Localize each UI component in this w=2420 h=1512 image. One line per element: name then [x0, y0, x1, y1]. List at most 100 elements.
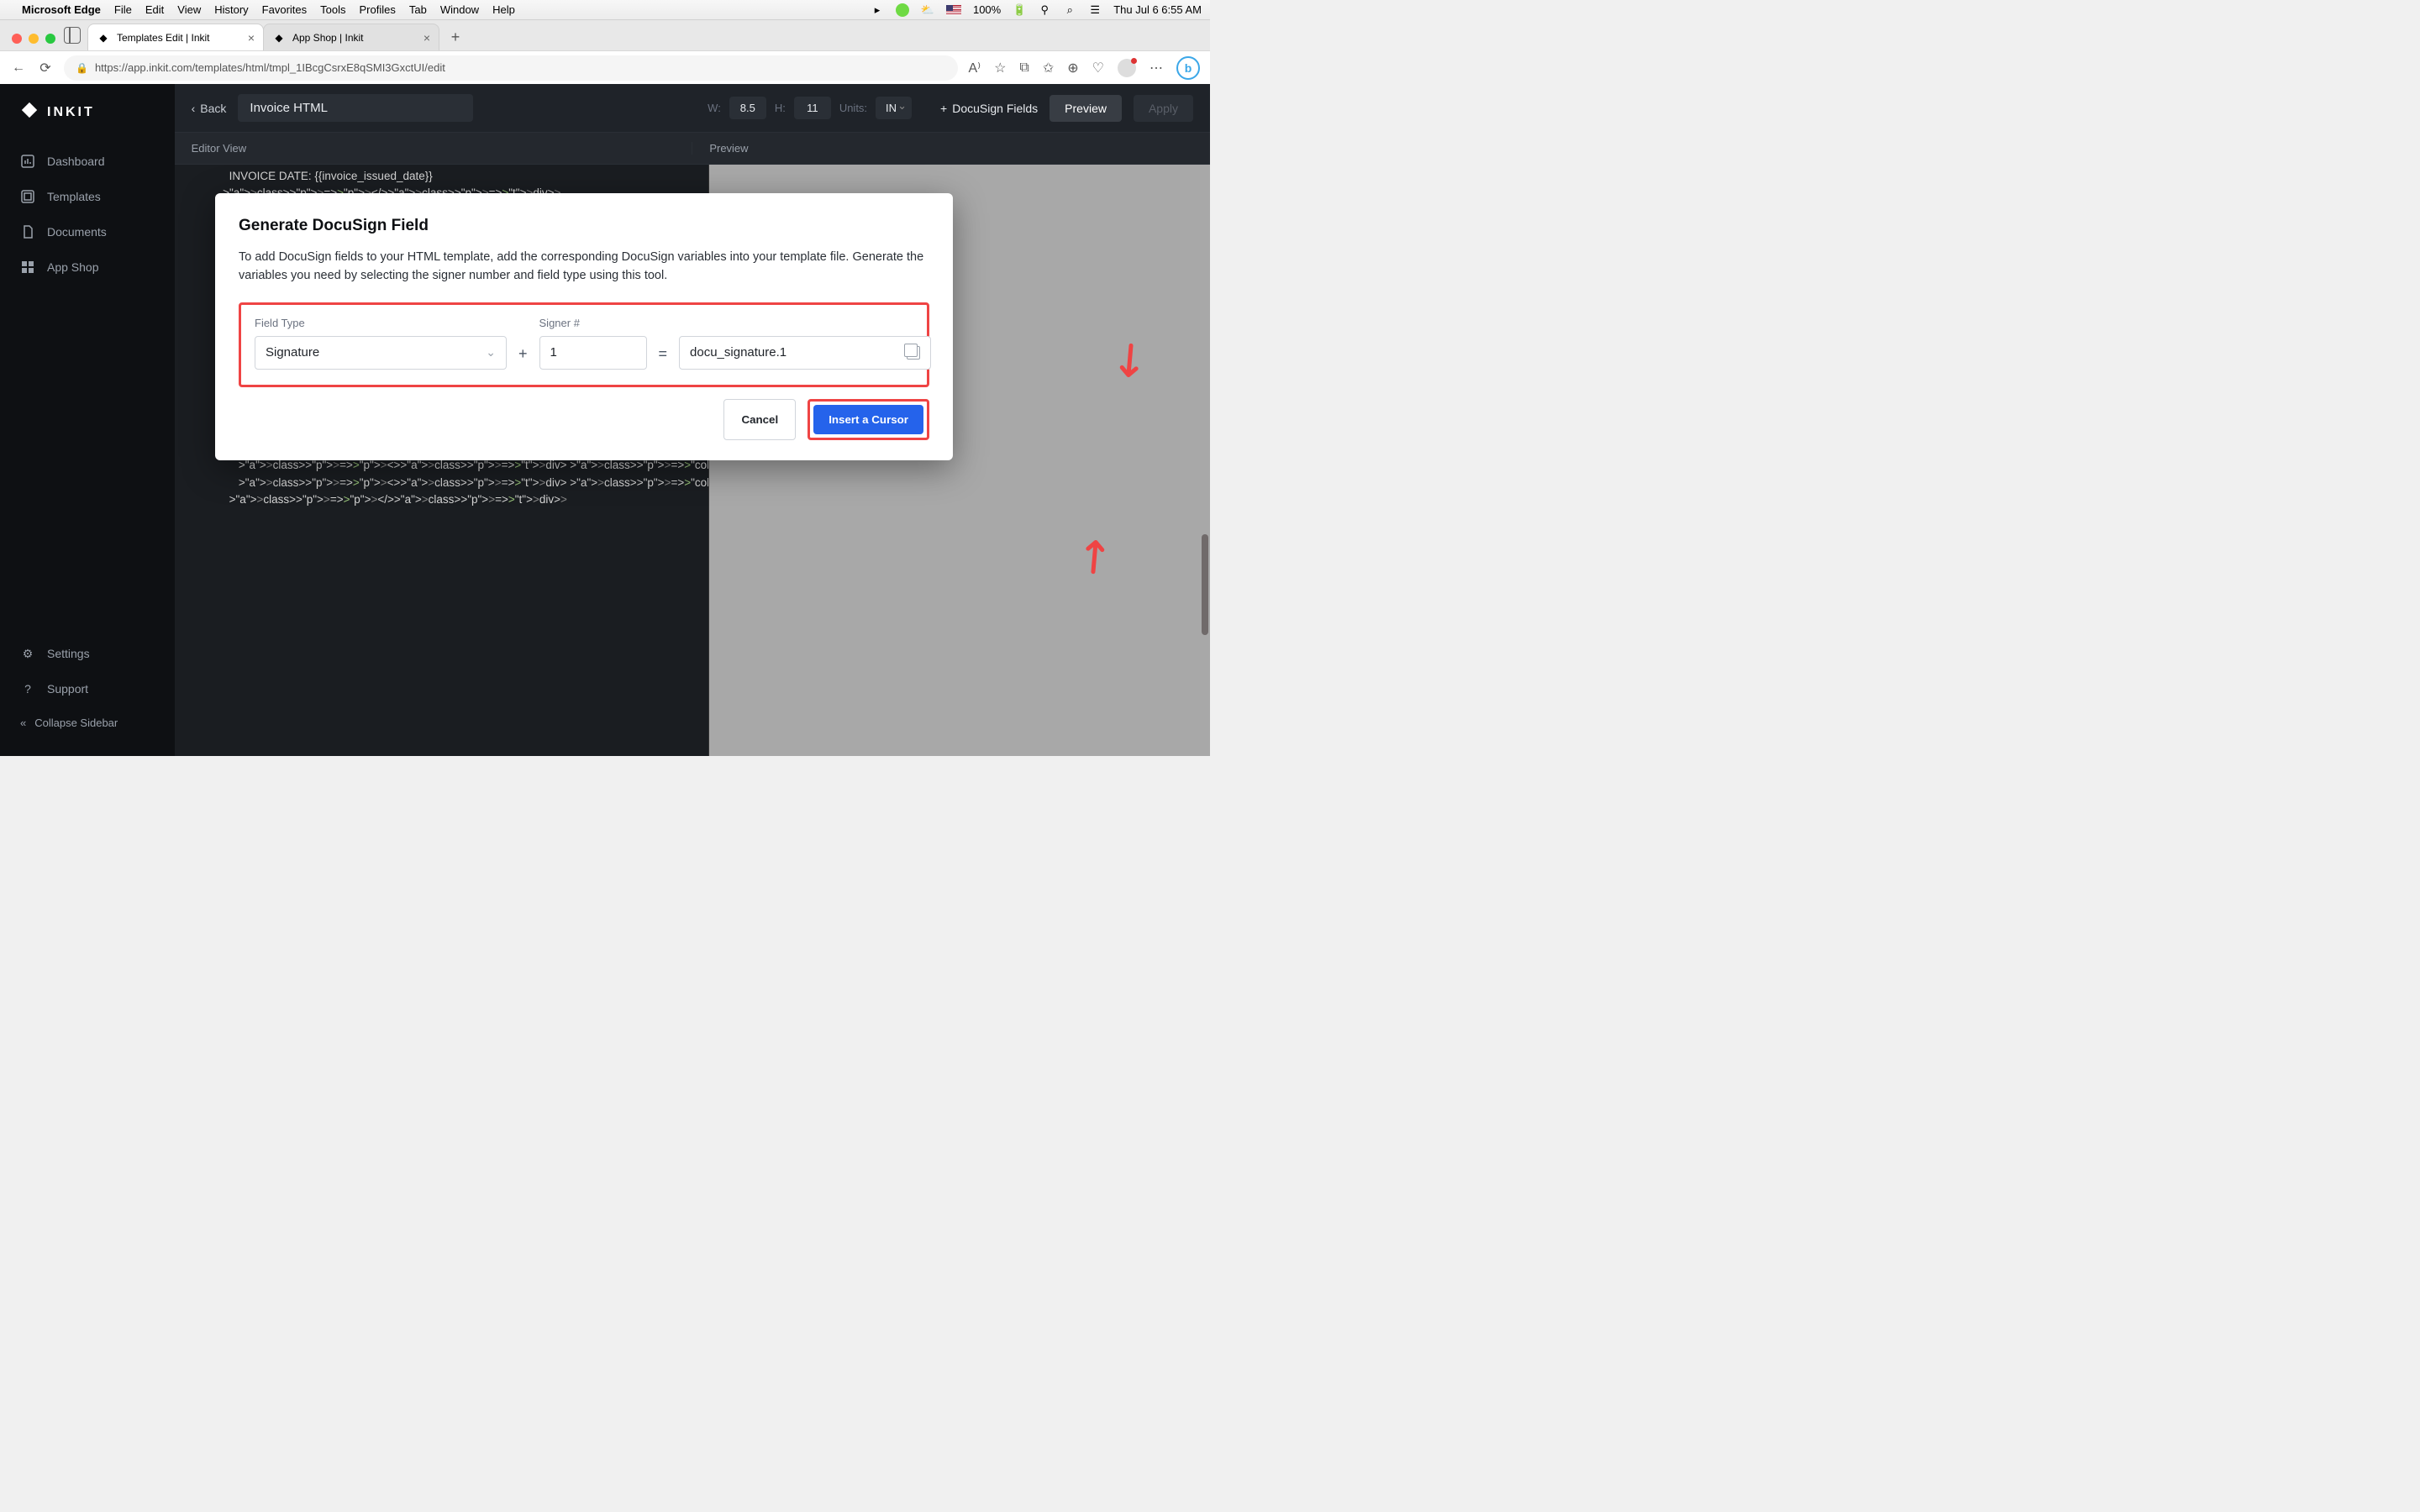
chevron-left-icon: «: [20, 717, 26, 729]
cancel-button[interactable]: Cancel: [723, 399, 796, 440]
docusign-fields-button[interactable]: + DocuSign Fields: [940, 102, 1038, 115]
close-tab-icon[interactable]: ×: [248, 31, 255, 45]
mac-menubar: Microsoft Edge File Edit View History Fa…: [0, 0, 1210, 20]
menu-file[interactable]: File: [114, 3, 132, 16]
clock[interactable]: Thu Jul 6 6:55 AM: [1113, 3, 1202, 16]
window-controls[interactable]: [12, 34, 55, 44]
logo[interactable]: INKIT: [0, 101, 175, 144]
wifi-icon[interactable]: ⚲: [1038, 3, 1051, 17]
signer-label: Signer #: [539, 317, 647, 329]
address-bar[interactable]: 🔒 https://app.inkit.com/templates/html/t…: [64, 55, 958, 81]
back-label: Back: [200, 102, 226, 115]
template-icon: [20, 189, 35, 204]
bing-icon[interactable]: b: [1176, 56, 1200, 80]
height-input[interactable]: 11: [794, 97, 831, 119]
sidebar-item-label: Dashboard: [47, 155, 105, 168]
more-icon[interactable]: ⋯: [1150, 60, 1163, 76]
performance-icon[interactable]: ♡: [1092, 60, 1104, 76]
sidebar-item-settings[interactable]: ⚙ Settings: [0, 636, 175, 671]
editor-view-label: Editor View: [175, 142, 692, 155]
tray-icon-1[interactable]: ▸: [871, 3, 884, 17]
preview-button[interactable]: Preview: [1050, 95, 1122, 122]
sidebar-item-label: Templates: [47, 190, 101, 203]
field-type-select[interactable]: Signature: [255, 336, 507, 370]
sidebar-item-templates[interactable]: Templates: [0, 179, 175, 214]
close-window-icon[interactable]: [12, 34, 22, 44]
tray-icon-cloud[interactable]: ⛅: [921, 3, 934, 17]
apply-button[interactable]: Apply: [1134, 95, 1193, 122]
insert-cursor-button[interactable]: Insert a Cursor: [813, 405, 923, 434]
menu-profiles[interactable]: Profiles: [360, 3, 396, 16]
collapse-label: Collapse Sidebar: [34, 717, 118, 729]
menu-favorites[interactable]: Favorites: [262, 3, 307, 16]
favorite-icon[interactable]: ☆: [994, 60, 1006, 76]
document-icon: [20, 224, 35, 239]
menu-help[interactable]: Help: [492, 3, 515, 16]
read-aloud-icon[interactable]: A⁾: [968, 60, 981, 76]
menu-history[interactable]: History: [214, 3, 248, 16]
battery-label: 100%: [973, 3, 1001, 16]
tab-actions-icon[interactable]: [64, 27, 81, 44]
collections-icon[interactable]: ⊕: [1067, 60, 1078, 76]
sidebar-item-dashboard[interactable]: Dashboard: [0, 144, 175, 179]
copy-icon[interactable]: [907, 346, 920, 360]
equals-operator: =: [659, 345, 668, 370]
app-name[interactable]: Microsoft Edge: [22, 3, 101, 16]
tab-title: App Shop | Inkit: [292, 32, 364, 44]
chart-icon: [20, 154, 35, 169]
minimize-window-icon[interactable]: [29, 34, 39, 44]
help-icon: ?: [20, 681, 35, 696]
maximize-window-icon[interactable]: [45, 34, 55, 44]
new-tab-button[interactable]: +: [444, 25, 467, 49]
units-select[interactable]: IN: [876, 97, 912, 119]
annotation-highlight: Field Type Signature + Signer # 1 = docu…: [239, 302, 929, 387]
favorites-bar-icon[interactable]: ✩: [1043, 60, 1054, 76]
menu-edit[interactable]: Edit: [145, 3, 164, 16]
tab-active[interactable]: ◆ Templates Edit | Inkit ×: [87, 24, 264, 50]
docusign-modal: Generate DocuSign Field To add DocuSign …: [215, 193, 953, 460]
search-icon[interactable]: ⌕: [1063, 3, 1076, 17]
result-output[interactable]: docu_signature.1: [679, 336, 931, 370]
flag-icon[interactable]: [946, 5, 961, 15]
sidebar: INKIT Dashboard Templates Documents App …: [0, 84, 175, 756]
plus-icon: +: [940, 102, 947, 115]
close-tab-icon[interactable]: ×: [424, 31, 430, 45]
field-type-value: Signature: [266, 345, 319, 360]
width-label: W:: [708, 102, 721, 114]
tray-icon-upwork[interactable]: [896, 3, 909, 17]
tab-title: Templates Edit | Inkit: [117, 32, 210, 44]
refresh-button[interactable]: ⟳: [37, 60, 54, 76]
tab-inactive[interactable]: ◆ App Shop | Inkit ×: [263, 24, 439, 50]
menu-view[interactable]: View: [177, 3, 201, 16]
sidebar-item-appshop[interactable]: App Shop: [0, 249, 175, 285]
docusign-label: DocuSign Fields: [952, 102, 1038, 115]
back-button[interactable]: ‹ Back: [192, 102, 227, 115]
profile-avatar[interactable]: [1118, 59, 1136, 77]
width-input[interactable]: 8.5: [729, 97, 766, 119]
menu-tools[interactable]: Tools: [320, 3, 345, 16]
menu-tab[interactable]: Tab: [409, 3, 427, 16]
annotation-highlight-button: Insert a Cursor: [808, 399, 929, 440]
modal-description: To add DocuSign fields to your HTML temp…: [239, 249, 929, 286]
collapse-sidebar-button[interactable]: « Collapse Sidebar: [0, 706, 175, 739]
battery-icon[interactable]: 🔋: [1013, 3, 1026, 17]
menu-window[interactable]: Window: [440, 3, 479, 16]
back-button[interactable]: ←: [10, 60, 27, 76]
sidebar-item-label: App Shop: [47, 260, 99, 274]
sidebar-item-label: Support: [47, 682, 88, 696]
scrollbar[interactable]: [1202, 534, 1208, 635]
signer-input[interactable]: 1: [539, 336, 647, 370]
lock-icon: 🔒: [76, 62, 88, 74]
template-title-input[interactable]: Invoice HTML: [238, 94, 473, 122]
favicon-icon: ◆: [97, 31, 110, 45]
url-text: https://app.inkit.com/templates/html/tmp…: [95, 61, 445, 74]
sidebar-item-documents[interactable]: Documents: [0, 214, 175, 249]
sidebar-item-support[interactable]: ? Support: [0, 671, 175, 706]
gear-icon: ⚙: [20, 646, 35, 661]
split-icon[interactable]: ⧉: [1019, 60, 1028, 76]
control-center-icon[interactable]: ☰: [1088, 3, 1102, 17]
favicon-icon: ◆: [272, 31, 286, 45]
modal-title: Generate DocuSign Field: [239, 217, 929, 235]
result-spacer: [679, 317, 931, 329]
field-type-label: Field Type: [255, 317, 507, 329]
